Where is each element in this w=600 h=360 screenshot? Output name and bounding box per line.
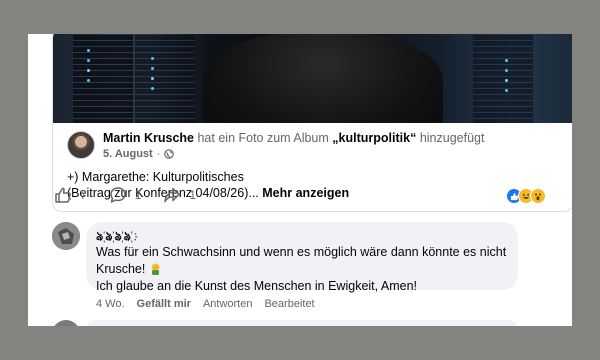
globe-icon[interactable] <box>164 149 175 159</box>
comment-count: 1 <box>134 188 142 202</box>
post-photo[interactable] <box>53 34 572 123</box>
post-header: Martin Krusche hat ein Foto zum Album „k… <box>67 131 484 160</box>
comment-button[interactable]: 1 <box>109 186 142 204</box>
comment-reply-button[interactable]: Antworten <box>203 298 253 310</box>
comment-text: Was für ein Schwachsinn und wenn es mögl… <box>96 244 508 295</box>
comment-like-button[interactable]: Gefällt mir <box>137 298 191 310</box>
action-suffix: hinzugefügt <box>419 131 485 145</box>
comment-timestamp-link[interactable]: 4 Wo. <box>96 298 125 310</box>
server-led-lights <box>151 57 154 60</box>
like-button[interactable]: 7 <box>54 186 87 204</box>
reaction-summary[interactable] <box>506 188 546 204</box>
comment-bubble: ঌ҉ঌ҉ঌ҉ঌ҉ Was für ein Schwachsinn und wen… <box>86 222 518 293</box>
server-led-lights <box>87 49 90 52</box>
like-count: 7 <box>80 188 87 202</box>
next-comment-bubble <box>86 320 518 326</box>
comment-text-line: Krusche! <box>96 262 146 276</box>
author-avatar[interactable] <box>67 131 95 159</box>
person-silhouette <box>203 34 443 123</box>
comment-edited-label: Bearbeitet <box>264 298 315 310</box>
comment-text-line: Was für ein Schwachsinn und wenn es mögl… <box>96 245 507 259</box>
comment-text-line: Ich glaube an die Kunst des Menschen in … <box>96 279 418 293</box>
author-name-link[interactable]: Martin Krusche <box>103 131 194 145</box>
facebook-post-card: Martin Krusche hat ein Foto zum Album „k… <box>28 34 572 326</box>
post-meta: 5. August · <box>103 148 484 160</box>
share-button[interactable]: 1 <box>163 186 196 204</box>
post-body-line: +) Margarethe: Kulturpolitisches <box>67 170 244 184</box>
server-rack-image <box>473 35 533 123</box>
album-link[interactable]: „kulturpolitik“ <box>332 131 416 145</box>
facepalm-emoji-icon <box>149 262 162 275</box>
share-count: 1 <box>189 188 197 202</box>
action-prefix: hat ein Foto zum Album <box>197 131 329 145</box>
see-more-link[interactable]: Mehr anzeigen <box>262 186 349 200</box>
next-commenter-avatar[interactable] <box>52 320 80 326</box>
post-headline: Martin Krusche hat ein Foto zum Album „k… <box>103 131 484 145</box>
server-rack-image <box>73 35 133 123</box>
meta-separator: · <box>156 148 161 160</box>
share-arrow-icon <box>164 187 181 203</box>
comment-bubble-icon <box>109 187 126 203</box>
server-rack-image <box>135 35 195 123</box>
post-action-bar: 7 1 1 <box>54 186 218 204</box>
wow-reaction-icon <box>530 188 546 204</box>
thumbs-up-icon <box>55 187 71 203</box>
commenter-avatar[interactable] <box>52 222 80 250</box>
post-date-link[interactable]: 5. August <box>103 148 153 160</box>
server-led-lights <box>505 59 508 62</box>
comment-meta: 4 Wo. Gefällt mir Antworten Bearbeitet <box>96 298 315 310</box>
commenter-name-link[interactable]: ঌ҉ঌ҉ঌ҉ঌ҉ <box>96 228 508 243</box>
